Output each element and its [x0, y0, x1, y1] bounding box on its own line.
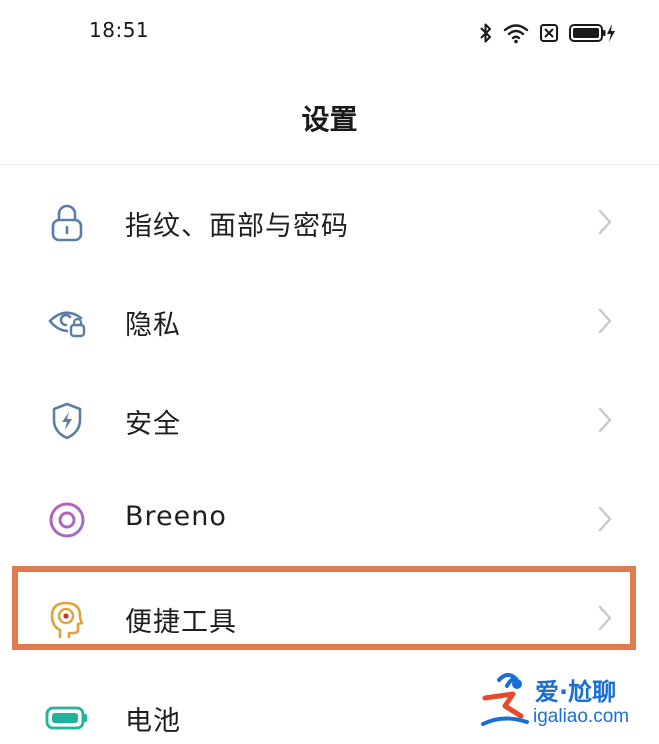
sim-none-icon	[539, 23, 559, 43]
settings-item-convenience-tools[interactable]: 便捷工具	[0, 568, 659, 666]
watermark-cn-text: 爱·尬聊	[535, 678, 617, 706]
chevron-right-icon	[595, 604, 615, 632]
status-icons	[479, 20, 617, 46]
settings-screen: 18:51 设置 指纹、面部与密码 隐私 安全 Breeno 便捷工具 电池 爱…	[0, 0, 659, 744]
settings-item-privacy[interactable]: 隐私	[0, 271, 659, 369]
watermark-logo-icon	[481, 673, 529, 726]
convenience-tools-icon	[45, 597, 89, 641]
breeno-icon	[45, 498, 89, 542]
settings-item-label: 指纹、面部与密码	[125, 211, 349, 242]
watermark: 爱·尬聊 igaliao.com	[477, 670, 647, 738]
chevron-right-icon	[595, 208, 615, 236]
battery-icon	[45, 696, 89, 740]
battery-charging-icon	[569, 22, 617, 44]
header-divider	[0, 164, 659, 165]
watermark-en-text: igaliao.com	[533, 706, 630, 727]
chevron-right-icon	[595, 505, 615, 533]
settings-item-label: 隐私	[125, 310, 181, 341]
settings-item-label: Breeno	[125, 501, 227, 532]
chevron-right-icon	[595, 307, 615, 335]
settings-item-security[interactable]: 安全	[0, 370, 659, 468]
bluetooth-icon	[479, 22, 493, 44]
status-bar: 18:51	[0, 0, 659, 66]
settings-item-fingerprint-face-password[interactable]: 指纹、面部与密码	[0, 172, 659, 270]
privacy-eye-icon	[45, 300, 89, 344]
wifi-icon	[503, 22, 529, 44]
settings-item-label: 安全	[125, 409, 181, 440]
settings-item-label: 电池	[125, 706, 181, 737]
settings-item-label: 便捷工具	[125, 607, 237, 638]
settings-item-breeno[interactable]: Breeno	[0, 469, 659, 567]
status-time: 18:51	[89, 18, 150, 42]
page-title: 设置	[301, 103, 358, 136]
chevron-right-icon	[595, 406, 615, 434]
lock-icon	[45, 201, 89, 245]
shield-icon	[45, 399, 89, 443]
